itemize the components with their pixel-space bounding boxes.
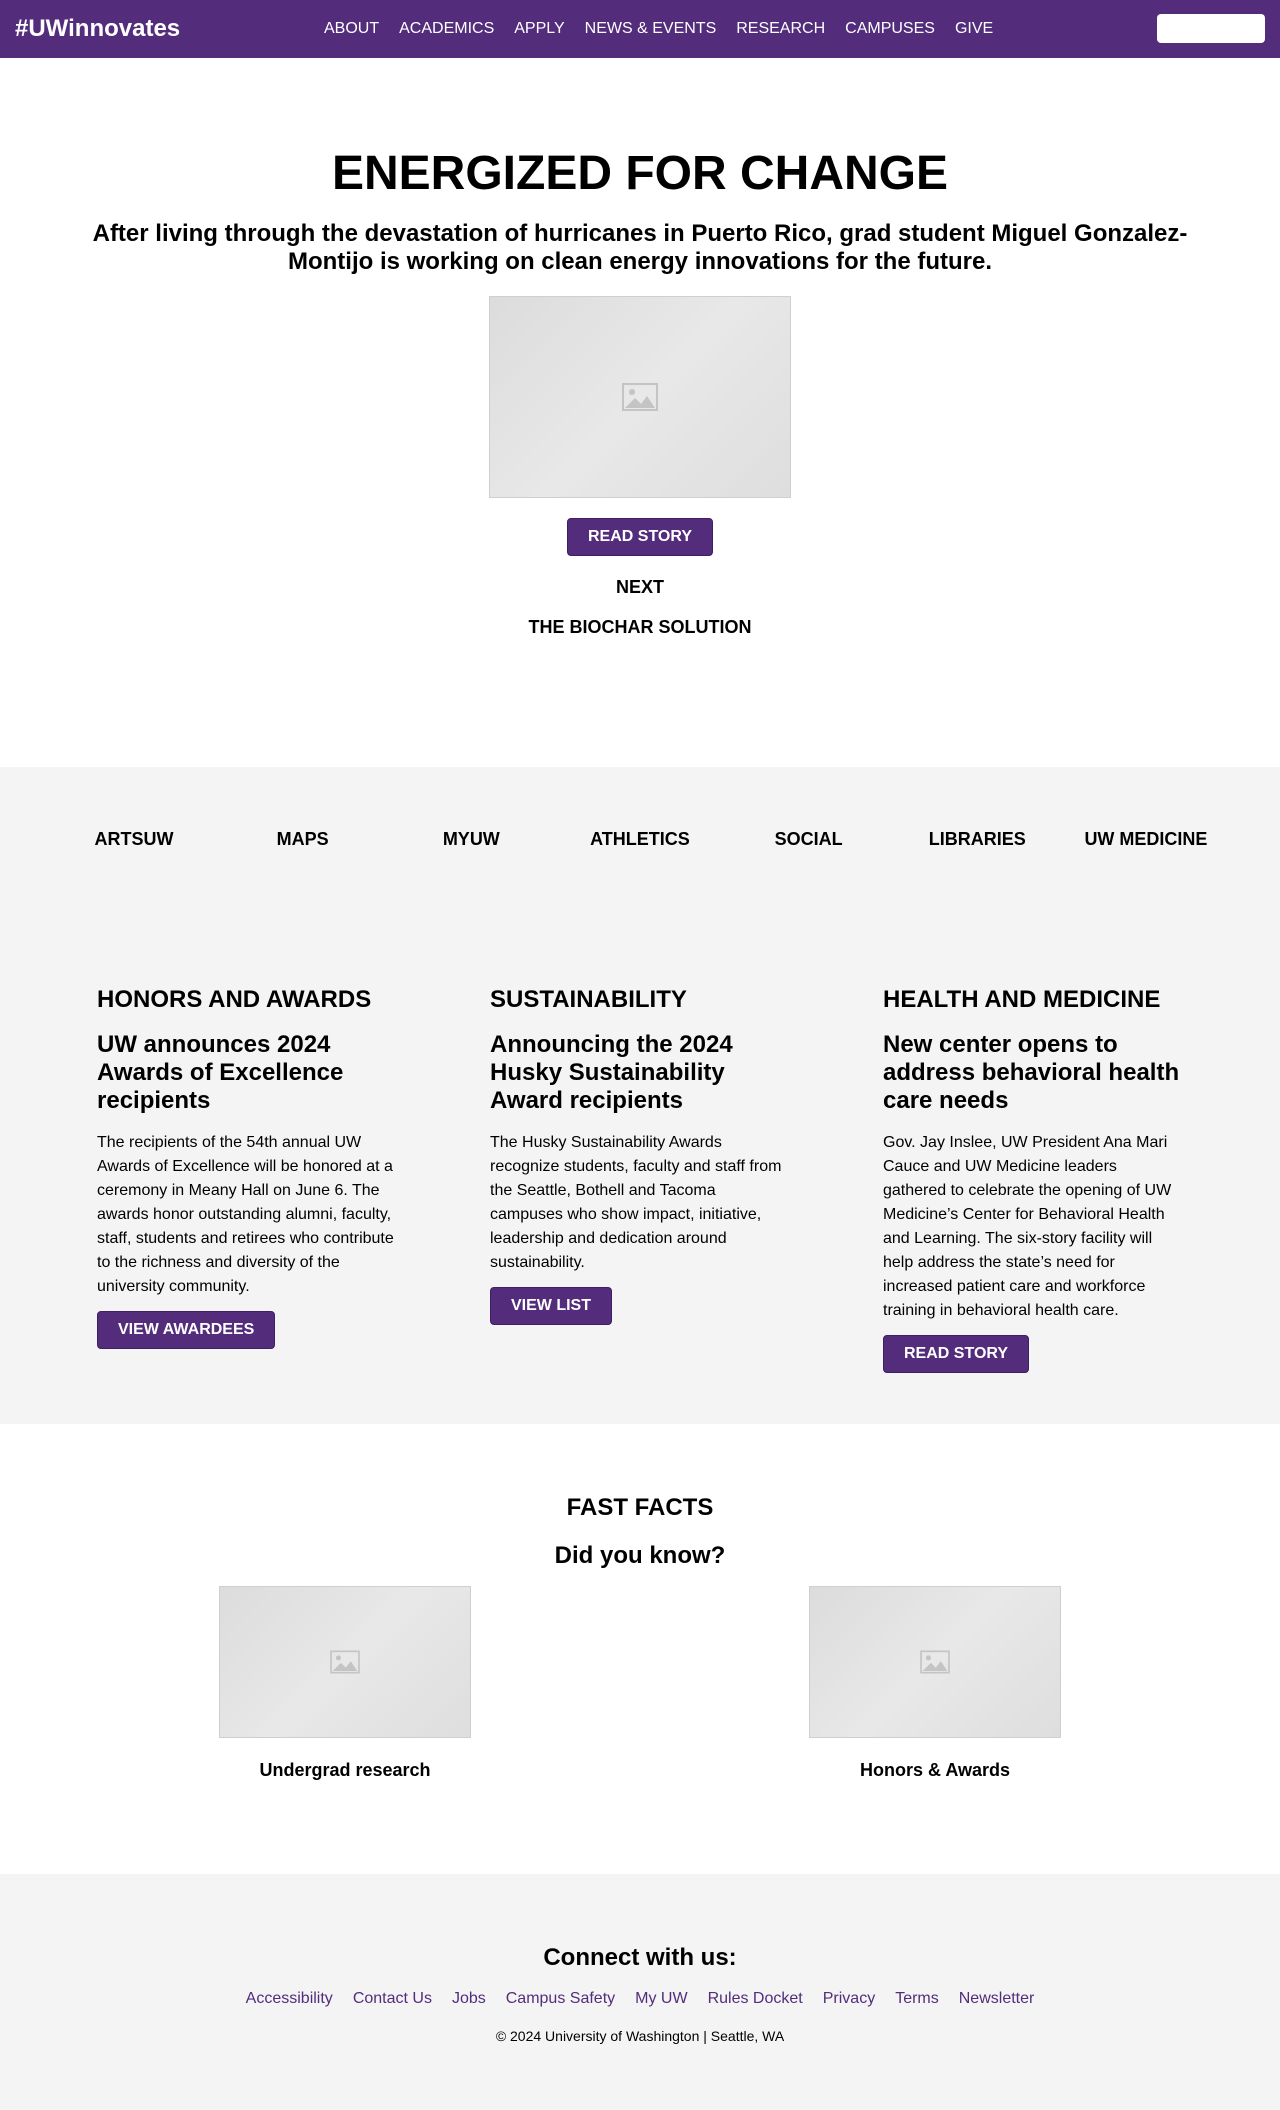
- quicklink-artsuw[interactable]: ARTSUW: [50, 829, 218, 850]
- read-story-button[interactable]: READ STORY: [883, 1335, 1030, 1373]
- nav-item-campuses[interactable]: CAMPUSES: [845, 20, 935, 38]
- quicklinks-bar: ARTSUW MAPS MYUW ATHLETICS SOCIAL LIBRAR…: [50, 829, 1230, 850]
- news-section: ARTSUW MAPS MYUW ATHLETICS SOCIAL LIBRAR…: [0, 767, 1280, 1424]
- footer-link-terms[interactable]: Terms: [895, 1990, 939, 2008]
- news-cards: HONORS AND AWARDS UW announces 2024 Awar…: [97, 985, 1180, 1373]
- card-body: The Husky Sustainability Awards recogniz…: [490, 1134, 782, 1271]
- card-body: Gov. Jay Inslee, UW President Ana Mari C…: [883, 1134, 1172, 1319]
- search-input[interactable]: [1157, 14, 1265, 43]
- main-nav: ABOUT ACADEMICS APPLY NEWS & EVENTS RESE…: [324, 0, 993, 58]
- footer-link-rules-docket[interactable]: Rules Docket: [708, 1990, 803, 2008]
- image-placeholder-icon: [920, 1650, 950, 1674]
- fact-image: [809, 1586, 1061, 1738]
- fact-row: Undergrad research Honors & Awards: [0, 1586, 1280, 1781]
- next-story-link[interactable]: THE BIOCHAR SOLUTION: [0, 616, 1280, 638]
- footer-link-my-uw[interactable]: My UW: [635, 1990, 687, 2008]
- next-label: NEXT: [615, 577, 664, 597]
- news-card: SUSTAINABILITY Announcing the 2024 Husky…: [490, 985, 787, 1373]
- quicklink-athletics[interactable]: ATHLETICS: [556, 829, 724, 850]
- top-navbar: #UWinnovates ABOUT ACADEMICS APPLY NEWS …: [0, 0, 1280, 58]
- image-placeholder-icon: [622, 383, 658, 411]
- hero-read-story-button[interactable]: READ STORY: [566, 518, 713, 556]
- view-list-button[interactable]: VIEW LIST: [490, 1287, 612, 1325]
- fast-facts-section: FAST FACTS Did you know? Undergrad resea…: [0, 1424, 1280, 1874]
- footer-link-contact-us[interactable]: Contact Us: [353, 1990, 432, 2008]
- fact-caption: Honors & Awards: [859, 1760, 1011, 1780]
- hero-section: ENERGIZED FOR CHANGE After living throug…: [0, 58, 1280, 767]
- quicklink-libraries[interactable]: LIBRARIES: [893, 829, 1061, 850]
- card-category: SUSTAINABILITY: [490, 986, 687, 1013]
- fact-item[interactable]: Undergrad research: [219, 1586, 471, 1781]
- footer-links: Accessibility Contact Us Jobs Campus Saf…: [0, 1990, 1280, 2008]
- footer-link-newsletter[interactable]: Newsletter: [959, 1990, 1035, 2008]
- nav-item-news-events[interactable]: NEWS & EVENTS: [585, 20, 717, 38]
- footer: Connect with us: Accessibility Contact U…: [0, 1874, 1280, 2110]
- card-category: HONORS AND AWARDS: [97, 986, 372, 1013]
- card-body: The recipients of the 54th annual UW Awa…: [97, 1134, 394, 1295]
- nav-item-academics[interactable]: ACADEMICS: [399, 20, 494, 38]
- quicklink-myuw[interactable]: MYUW: [387, 829, 555, 850]
- fast-facts-subheading: Did you know?: [554, 1542, 726, 1569]
- footer-link-privacy[interactable]: Privacy: [823, 1990, 875, 2008]
- card-category: HEALTH AND MEDICINE: [883, 986, 1161, 1013]
- view-awardees-button[interactable]: VIEW AWARDEES: [97, 1311, 276, 1349]
- hero-image: [489, 296, 791, 498]
- news-card: HEALTH AND MEDICINE New center opens to …: [883, 985, 1180, 1373]
- connect-heading: Connect with us:: [543, 1944, 737, 1971]
- footer-link-accessibility[interactable]: Accessibility: [246, 1990, 333, 2008]
- nav-item-give[interactable]: GIVE: [955, 20, 993, 38]
- card-headline: UW announces 2024 Awards of Excellence r…: [97, 1031, 344, 1114]
- fact-image: [219, 1586, 471, 1738]
- footer-link-jobs[interactable]: Jobs: [452, 1990, 486, 2008]
- quicklink-social[interactable]: SOCIAL: [725, 829, 893, 850]
- brand-link[interactable]: #UWinnovates: [15, 15, 180, 43]
- fast-facts-heading: FAST FACTS: [566, 1494, 714, 1521]
- nav-item-apply[interactable]: APPLY: [514, 20, 564, 38]
- news-card: HONORS AND AWARDS UW announces 2024 Awar…: [97, 985, 394, 1373]
- card-headline: Announcing the 2024 Husky Sustainability…: [490, 1031, 733, 1114]
- image-placeholder-icon: [330, 1650, 360, 1674]
- quicklink-maps[interactable]: MAPS: [219, 829, 387, 850]
- footer-link-campus-safety[interactable]: Campus Safety: [506, 1990, 615, 2008]
- hero-title: ENERGIZED FOR CHANGE: [331, 147, 949, 200]
- card-headline: New center opens to address behavioral h…: [883, 1031, 1180, 1114]
- fact-caption: Undergrad research: [259, 1760, 431, 1780]
- nav-item-research[interactable]: RESEARCH: [736, 20, 825, 38]
- nav-item-about[interactable]: ABOUT: [324, 20, 379, 38]
- copyright: © 2024 University of Washington | Seattl…: [495, 2028, 785, 2044]
- quicklink-uw-medicine[interactable]: UW MEDICINE: [1062, 829, 1230, 850]
- fact-item[interactable]: Honors & Awards: [809, 1586, 1061, 1781]
- hero-lede: After living through the devastation of …: [92, 220, 1188, 275]
